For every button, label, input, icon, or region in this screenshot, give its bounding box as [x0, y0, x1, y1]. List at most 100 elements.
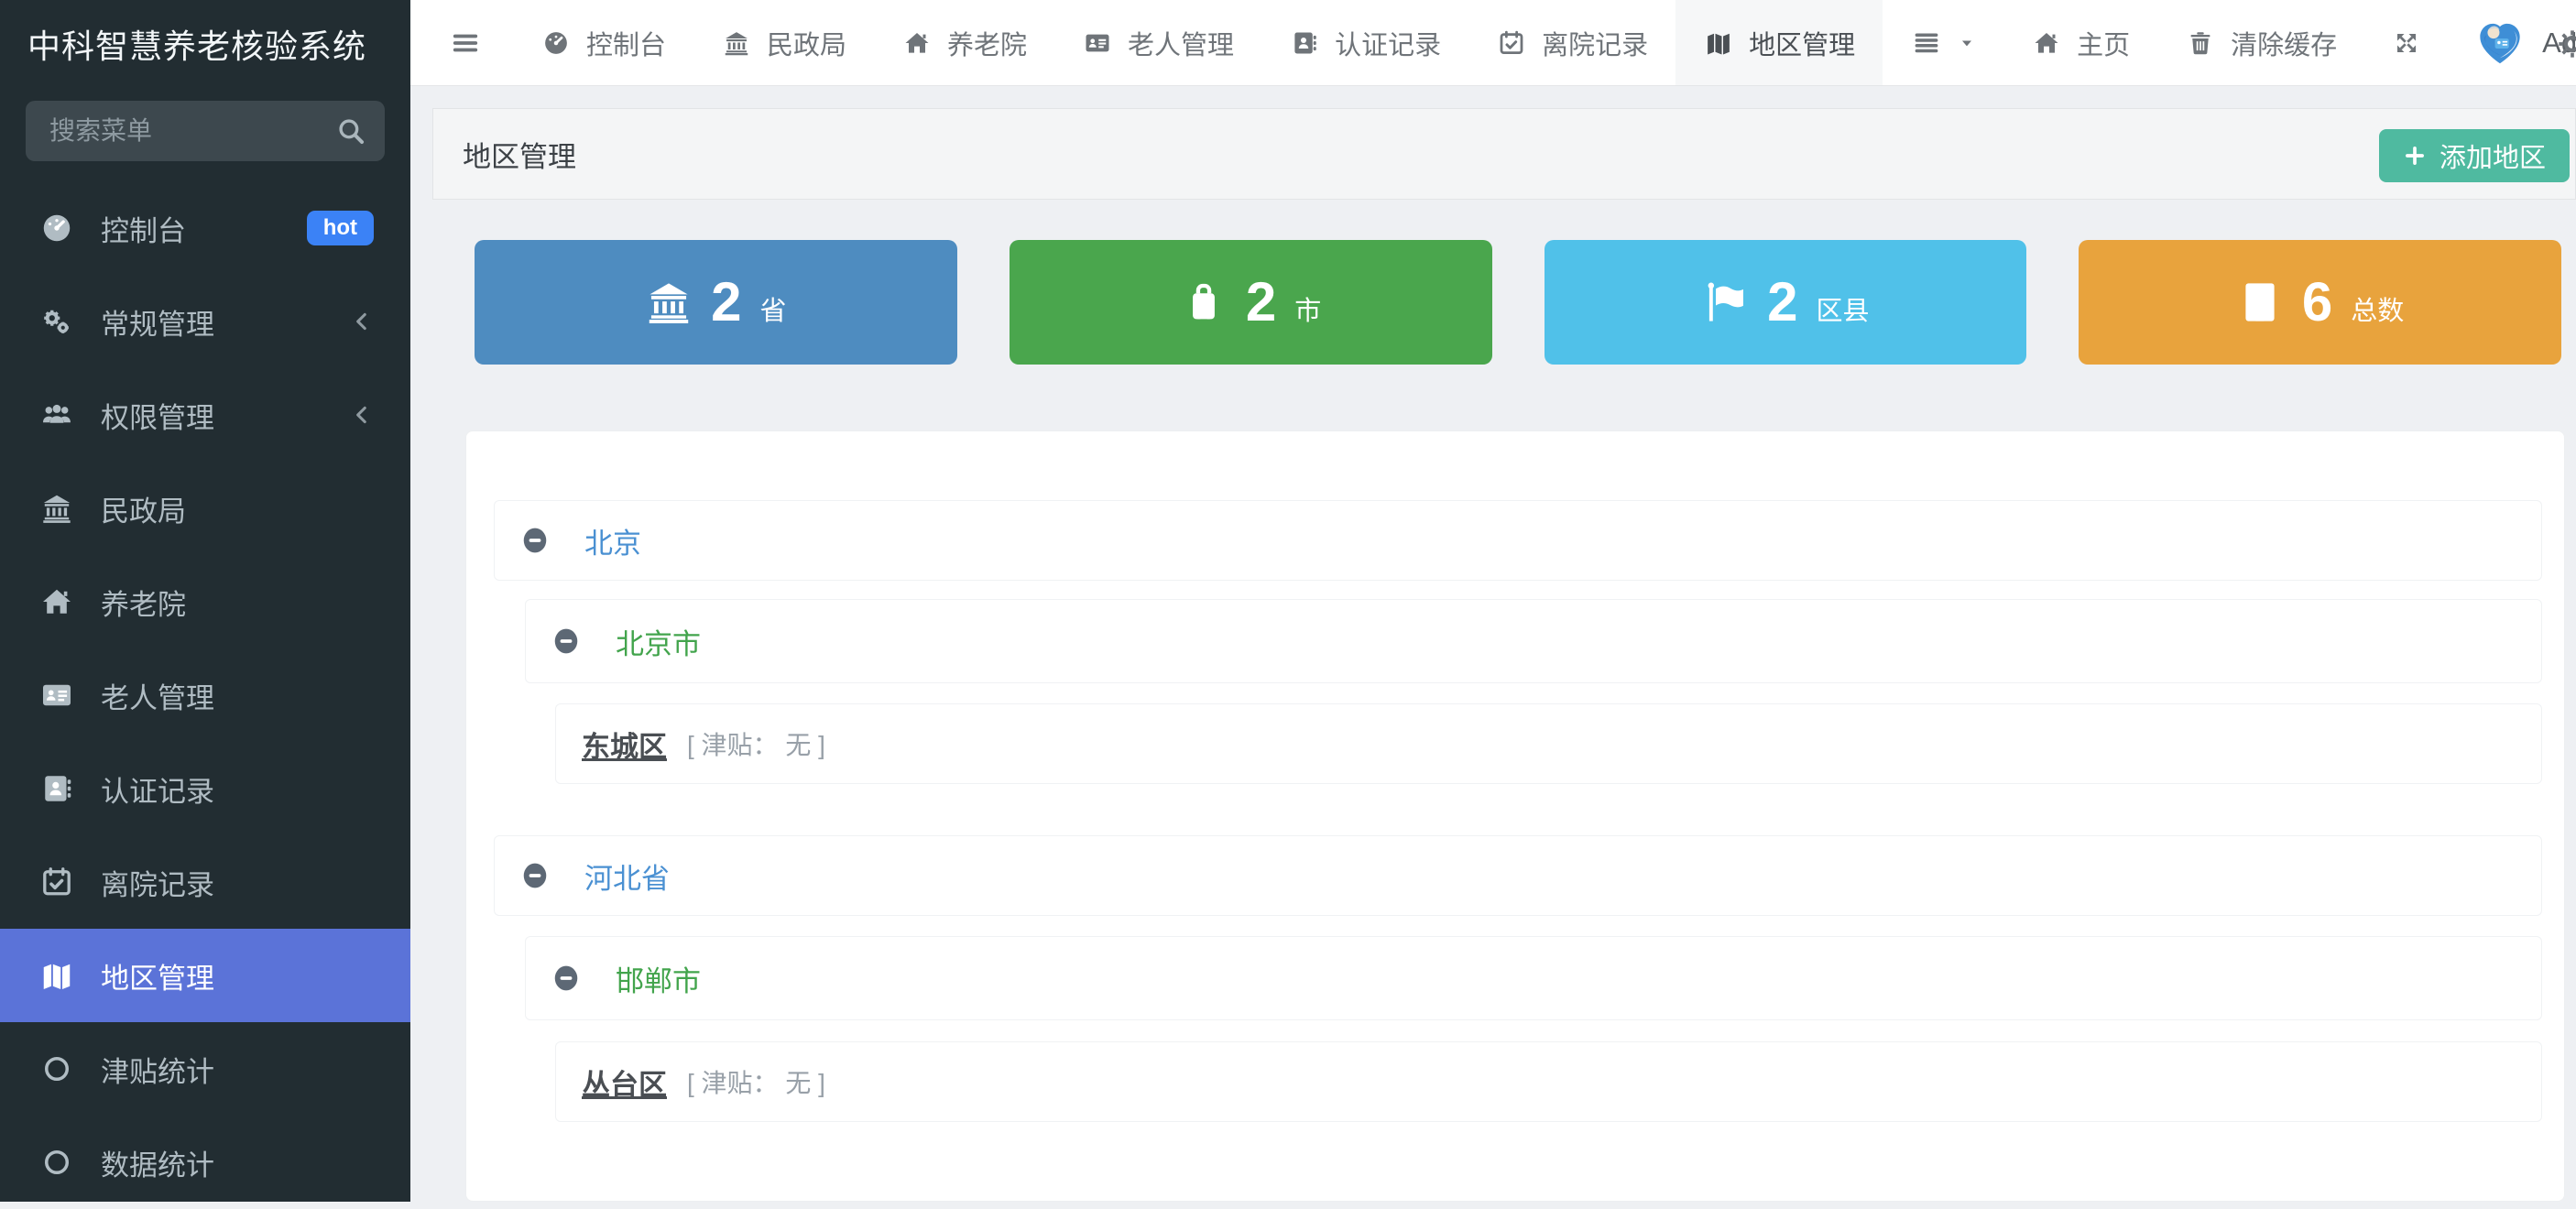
sidebar-item-auth-records[interactable]: 认证记录 — [0, 742, 410, 835]
nav-tab-nursing-home[interactable]: 养老院 — [874, 0, 1054, 85]
map-icon — [1703, 29, 1734, 57]
home-icon — [901, 29, 933, 57]
tree-row-province: 河北省 — [494, 835, 2542, 916]
chevron-left-icon — [350, 403, 374, 427]
nav-tab-discharge-records[interactable]: 离院记录 — [1468, 0, 1675, 85]
sidebar-item-console[interactable]: 控制台 hot — [0, 181, 410, 275]
clear-cache-label: 清除缓存 — [2231, 24, 2337, 62]
search-input[interactable] — [26, 101, 385, 161]
nav-tab-label: 养老院 — [947, 24, 1027, 62]
sidebar-item-label: 养老院 — [101, 582, 186, 623]
bank-icon — [721, 29, 752, 57]
city-link[interactable]: 北京市 — [616, 621, 701, 662]
bank-icon — [37, 492, 77, 525]
nav-tab-console[interactable]: 控制台 — [513, 0, 693, 85]
navbar-right: 主页 清除缓存 Admin — [1883, 0, 2576, 85]
map-icon — [37, 959, 77, 992]
gear-icon[interactable] — [2554, 26, 2576, 62]
sidebar-toggle-button[interactable] — [410, 0, 513, 85]
sidebar-menu: 控制台 hot 常规管理 权限管理 民政局 养老院 老人管理 认证记录 — [0, 181, 410, 1209]
sidebar-item-elder-management[interactable]: 老人管理 — [0, 648, 410, 742]
sidebar-item-nursing-home[interactable]: 养老院 — [0, 555, 410, 648]
stat-value: 2 — [1767, 275, 1797, 330]
gauge-icon — [540, 29, 572, 57]
sidebar-search — [26, 101, 385, 161]
fullscreen-button[interactable] — [2364, 0, 2449, 85]
stat-value: 6 — [2302, 275, 2332, 330]
nav-tab-label: 民政局 — [767, 24, 846, 62]
sidebar-item-label: 津贴统计 — [101, 1049, 214, 1090]
nav-tab-label: 老人管理 — [1128, 24, 1234, 62]
top-navbar: 控制台 民政局 养老院 老人管理 认证记录 离院记录 地区管理 主页 清除缓 — [410, 0, 2576, 86]
page-header: 地区管理 添加地区 — [432, 108, 2576, 200]
stat-card-total[interactable]: 6 总数 — [2079, 240, 2561, 365]
users-icon — [37, 398, 77, 431]
stat-unit: 总数 — [2351, 289, 2404, 328]
sidebar-item-data-stats[interactable]: 数据统计 — [0, 1116, 410, 1209]
sidebar-item-region-management[interactable]: 地区管理 — [0, 929, 410, 1022]
search-icon[interactable] — [335, 115, 366, 147]
sidebar-item-label: 控制台 — [101, 208, 186, 249]
hot-badge: hot — [307, 211, 374, 245]
province-link[interactable]: 河北省 — [584, 855, 670, 897]
sidebar-item-label: 离院记录 — [101, 862, 214, 903]
stat-unit: 区县 — [1817, 289, 1870, 328]
address-book-icon — [37, 772, 77, 805]
bank-icon — [645, 278, 693, 326]
stat-unit: 省 — [760, 289, 787, 328]
app-title: 中科智慧养老核验系统 — [0, 0, 410, 88]
sidebar-item-label: 地区管理 — [101, 955, 214, 997]
nav-tab-elder-management[interactable]: 老人管理 — [1054, 0, 1261, 85]
address-book-icon — [1289, 29, 1320, 57]
tree-row-district: 丛台区 [ 津贴： 无 ] — [555, 1041, 2542, 1122]
stat-unit: 市 — [1294, 289, 1321, 328]
nav-tab-label: 控制台 — [586, 24, 666, 62]
nav-tab-civil-affairs[interactable]: 民政局 — [693, 0, 874, 85]
nav-tab-label: 离院记录 — [1542, 24, 1648, 62]
tree-row-city: 邯郸市 — [525, 936, 2542, 1020]
tab-list-dropdown[interactable] — [1883, 0, 2003, 85]
region-tree-panel: 北京 北京市 东城区 [ 津贴： 无 ] 河北省 邯郸市 丛台区 [ 津贴： 无… — [465, 430, 2565, 1202]
sidebar-item-subsidy-stats[interactable]: 津贴统计 — [0, 1022, 410, 1116]
sidebar-item-discharge-records[interactable]: 离院记录 — [0, 835, 410, 929]
clear-cache-button[interactable]: 清除缓存 — [2157, 0, 2364, 85]
building-icon — [2236, 278, 2284, 326]
district-link[interactable]: 丛台区 — [582, 1062, 667, 1103]
sidebar-item-label: 数据统计 — [101, 1142, 214, 1183]
nav-tab-region-management[interactable]: 地区管理 — [1675, 0, 1883, 85]
id-card-icon — [1082, 29, 1113, 57]
sidebar-item-label: 认证记录 — [101, 768, 214, 810]
sidebar-item-civil-affairs[interactable]: 民政局 — [0, 462, 410, 555]
tree-row-city: 北京市 — [525, 599, 2542, 683]
plus-icon — [2403, 144, 2427, 168]
sidebar-item-general-management[interactable]: 常规管理 — [0, 275, 410, 368]
collapse-minus-icon[interactable] — [520, 526, 550, 555]
district-link[interactable]: 东城区 — [582, 724, 667, 765]
list-icon — [1910, 29, 1943, 57]
home-icon — [37, 585, 77, 618]
home-icon — [2031, 29, 2062, 57]
sidebar-item-permission-management[interactable]: 权限管理 — [0, 368, 410, 462]
stat-card-districts[interactable]: 2 区县 — [1545, 240, 2027, 365]
subsidy-label: [ 津贴： 无 ] — [687, 725, 825, 762]
tree-row-district: 东城区 [ 津贴： 无 ] — [555, 703, 2542, 784]
stat-card-cities[interactable]: 2 市 — [1010, 240, 1492, 365]
stat-value: 2 — [1246, 275, 1276, 330]
nav-tab-label: 地区管理 — [1749, 24, 1855, 62]
home-link-label: 主页 — [2077, 24, 2130, 62]
bars-icon — [449, 29, 482, 57]
nav-tab-auth-records[interactable]: 认证记录 — [1261, 0, 1468, 85]
collapse-minus-icon[interactable] — [551, 626, 581, 656]
collapse-minus-icon[interactable] — [551, 964, 581, 993]
circle-icon — [37, 1146, 77, 1179]
home-link[interactable]: 主页 — [2003, 0, 2157, 85]
gauge-icon — [37, 212, 77, 245]
gears-icon — [37, 305, 77, 338]
city-link[interactable]: 邯郸市 — [616, 958, 701, 999]
stat-card-provinces[interactable]: 2 省 — [475, 240, 957, 365]
briefcase-icon — [1180, 278, 1228, 326]
stat-cards: 2 省 2 市 2 区县 6 总数 — [410, 200, 2576, 365]
province-link[interactable]: 北京 — [584, 520, 641, 561]
add-region-button[interactable]: 添加地区 — [2379, 129, 2570, 182]
collapse-minus-icon[interactable] — [520, 861, 550, 890]
